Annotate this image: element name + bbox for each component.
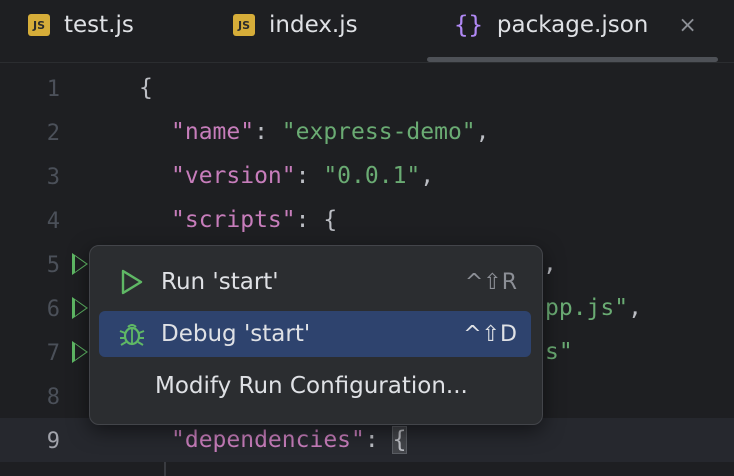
line-number: 2 [46,121,60,146]
tab-index-js[interactable]: JS index.js [233,0,358,50]
tab-test-js[interactable]: JS test.js [28,0,134,50]
code-line-3: "version": "0.0.1", [171,163,435,189]
debug-icon [115,317,149,351]
code-line-6: pp.js", [545,295,642,321]
indent-guide [164,462,166,476]
line-number: 1 [46,77,60,102]
shortcut-label: ^⇧D [463,321,517,347]
divider [0,62,734,63]
debug-start-item[interactable]: Debug 'start' ^⇧D [99,311,531,357]
run-icon [115,265,149,299]
json-file-icon: {} [454,11,483,39]
code-line-1: { [139,75,153,101]
js-file-icon: JS [233,14,255,36]
code-line-2: "name": "express-demo", [171,119,490,145]
editor-tab-bar: JS test.js JS index.js {} package.json × [0,0,734,62]
shortcut-label: ^⇧R [464,269,517,295]
tab-label: package.json [496,12,649,38]
code-line-5: , [543,251,557,277]
menu-item-label: Run 'start' [161,269,279,295]
line-number: 7 [46,341,60,366]
js-file-icon: JS [28,14,50,36]
tab-package-json[interactable]: {} package.json × [454,0,697,50]
modify-run-configuration-item[interactable]: Modify Run Configuration... [99,363,531,409]
menu-item-label: Modify Run Configuration... [155,373,468,399]
line-number: 8 [46,385,60,410]
code-line-4: "scripts": { [171,207,338,233]
code-line-9: "dependencies": { [171,426,408,454]
menu-item-label: Debug 'start' [161,321,311,347]
code-line-7: s" [545,339,573,365]
tab-label: test.js [64,12,134,38]
run-gutter-icon[interactable] [72,341,88,363]
matched-bracket: { [391,426,408,454]
line-number: 3 [46,165,60,190]
line-number: 4 [46,209,60,234]
close-icon[interactable]: × [678,13,696,38]
line-number: 9 [46,429,60,454]
tab-label: index.js [269,12,358,38]
run-gutter-icon[interactable] [72,253,88,275]
line-number: 6 [46,297,60,322]
run-gutter-icon[interactable] [72,297,88,319]
run-start-item[interactable]: Run 'start' ^⇧R [99,259,531,305]
line-number: 5 [46,253,60,278]
run-configuration-popup: Run 'start' ^⇧R Debug 'start' ^⇧D Modify… [89,245,543,425]
